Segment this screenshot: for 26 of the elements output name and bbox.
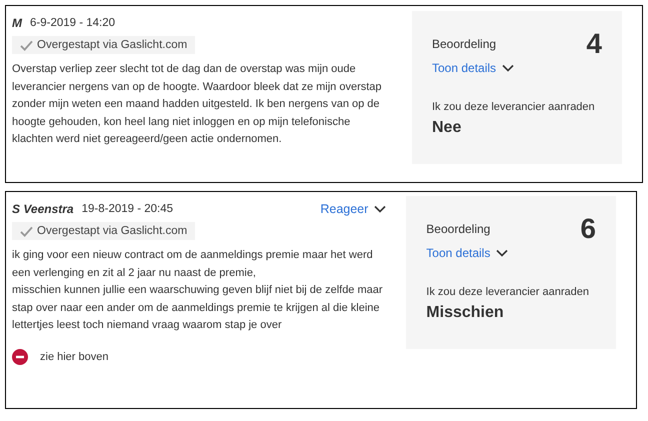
recommend-value: Misschien: [426, 304, 505, 322]
review-text: ik ging voor een nieuw contract om de aanmeldings premie maar het werd een verlenging en zit al 2 jaar nu naast de premie, misschien kunnen jullie een waarschuwing geven blijf niet bij de zelfde maar stap over naar een ander om de aanmeldings premie te krijgen al die kleine lettertjes leest toch niemand vraag waarom stap je over: [12, 248, 384, 333]
chevron-down-icon: [496, 249, 508, 257]
author-name: S Veenstra: [12, 202, 74, 216]
recommend-value: Nee: [432, 119, 462, 137]
rating-score: 4: [586, 29, 602, 59]
details-link[interactable]: Toon details: [432, 61, 602, 75]
review-date: 6-9-2019 - 14:20: [30, 17, 116, 29]
badge-text: Overgestapt via Gaslicht.com: [37, 39, 188, 51]
badge-text: Overgestapt via Gaslicht.com: [37, 225, 188, 237]
check-icon: [20, 40, 33, 50]
rating-label: Beoordeling: [426, 222, 490, 236]
rating-label: Beoordeling: [432, 37, 496, 51]
reply-link[interactable]: Reageer: [320, 202, 386, 216]
recommend-label: Ik zou deze leverancier aanraden: [432, 101, 596, 113]
check-icon: [20, 226, 33, 236]
rating-score: 6: [580, 214, 596, 244]
chevron-down-icon: [374, 205, 386, 213]
recommend-label: Ik zou deze leverancier aanraden: [426, 286, 590, 298]
review-date: 19-8-2019 - 20:45: [82, 203, 174, 215]
review-text: Overstap verliep zeer slecht tot de dag dan de overstap was mijn oude leverancier nergens van op de hoogte. Waardoor bleek dat ze mijn overstap zonder mijn weten een maand hadden uitgesteld. Ik ben nergens van op de hoogte gehouden, kon heel lang niet inloggen en op mijn telefonische klachten werd niet gereageerd/geen actie ondernomen.: [12, 62, 383, 147]
details-link[interactable]: Toon details: [426, 246, 596, 260]
chevron-down-icon: [502, 64, 514, 72]
author-name: M: [12, 16, 22, 30]
point-text: zie hier boven: [40, 350, 108, 362]
minus-circle-icon: [12, 348, 28, 364]
